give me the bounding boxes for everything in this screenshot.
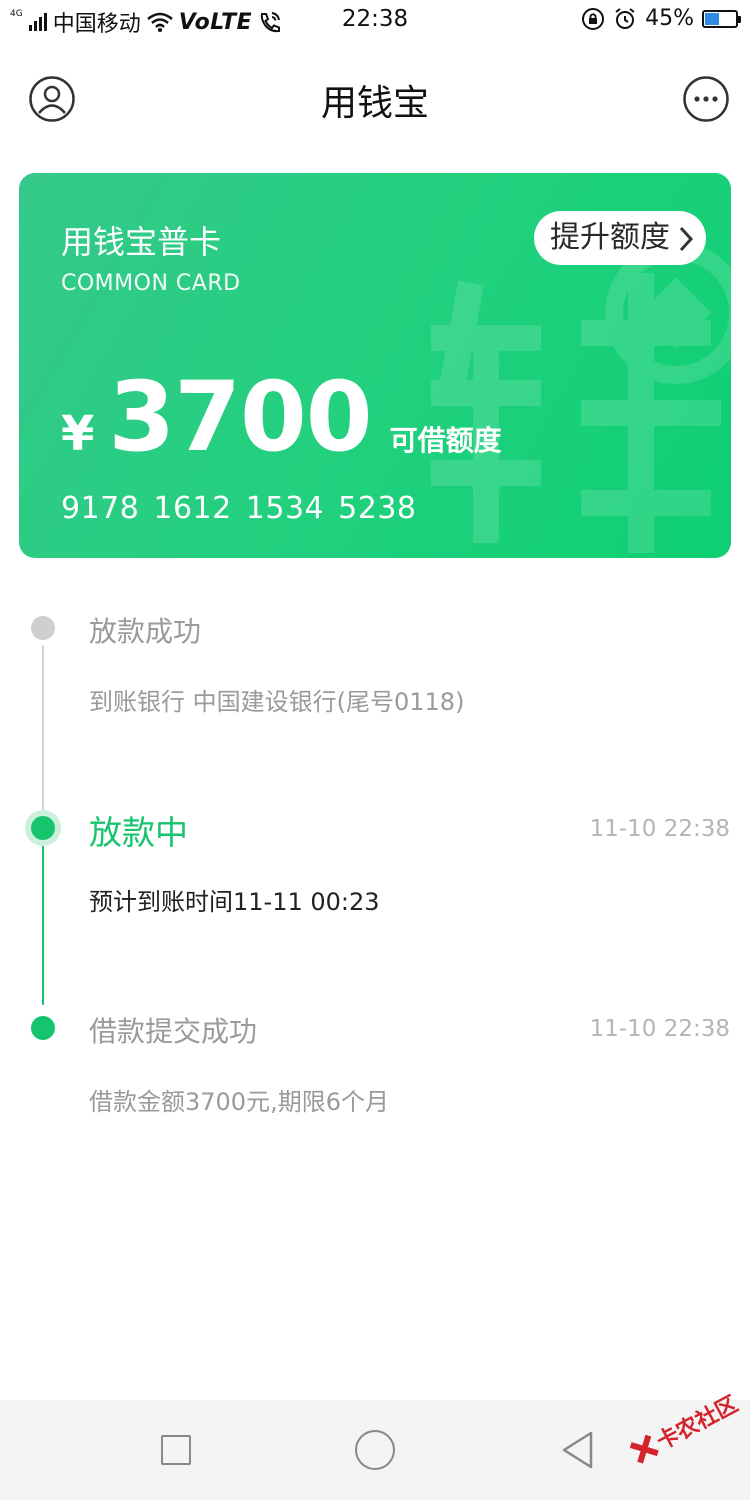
credit-amount: 3700 <box>108 361 372 473</box>
timeline-step-time: 11-10 22:38 <box>589 1016 730 1042</box>
alarm-icon <box>615 7 635 29</box>
status-bar: 4G 中国移动 VoLTE 22:38 45% <box>0 0 750 40</box>
timeline-step-title: 借款提交成功 <box>89 1015 258 1048</box>
timeline-step-title: 放款中 <box>89 813 188 852</box>
timeline-dot-pending <box>31 616 55 640</box>
currency-symbol: ¥ <box>61 406 95 462</box>
watermark-logo: 卡农社区 <box>625 1387 742 1470</box>
system-nav-bar: 卡农社区 <box>0 1392 750 1500</box>
more-button[interactable] <box>683 76 729 122</box>
page-title: 用钱宝 <box>320 83 429 124</box>
app-header: 用钱宝 <box>0 50 750 146</box>
home-icon[interactable] <box>355 1430 395 1470</box>
card-number: 9178 1612 1534 5238 <box>61 491 417 526</box>
watermark-text: 卡农社区 <box>652 1391 743 1456</box>
battery-fill <box>705 12 719 25</box>
credit-card: 用钱宝普卡 COMMON CARD 提升额度 ¥ 3700 可借额度 9178 … <box>19 173 731 558</box>
credit-amount-label: 可借额度 <box>389 424 502 457</box>
more-icon <box>683 76 729 122</box>
battery-icon <box>702 9 741 28</box>
timeline-line-lower <box>42 845 44 1005</box>
chevron-right-icon <box>679 226 694 252</box>
timeline-step-desc: 预计到账时间11-11 00:23 <box>89 888 380 916</box>
upgrade-limit-label: 提升额度 <box>550 220 670 255</box>
status-right: 45% <box>581 6 741 31</box>
timeline-dot-active-core <box>31 816 55 840</box>
upgrade-limit-button[interactable]: 提升额度 <box>534 211 706 265</box>
timeline-step-desc: 借款金额3700元,期限6个月 <box>89 1088 389 1116</box>
card-type: COMMON CARD <box>61 271 241 296</box>
timeline-step-desc: 到账银行 中国建设银行(尾号0118) <box>89 688 465 716</box>
timeline-line-upper <box>42 645 44 825</box>
card-name: 用钱宝普卡 <box>61 223 222 261</box>
back-icon[interactable] <box>560 1430 594 1470</box>
timeline-dot-done <box>31 1016 55 1040</box>
available-credit: ¥ 3700 可借额度 <box>61 361 502 473</box>
timeline-step-title: 放款成功 <box>89 615 202 648</box>
battery-percent: 45% <box>645 6 694 31</box>
recent-apps-icon[interactable] <box>161 1435 191 1465</box>
rotation-lock-icon <box>582 7 605 30</box>
timeline-step-time: 11-10 22:38 <box>589 816 730 842</box>
